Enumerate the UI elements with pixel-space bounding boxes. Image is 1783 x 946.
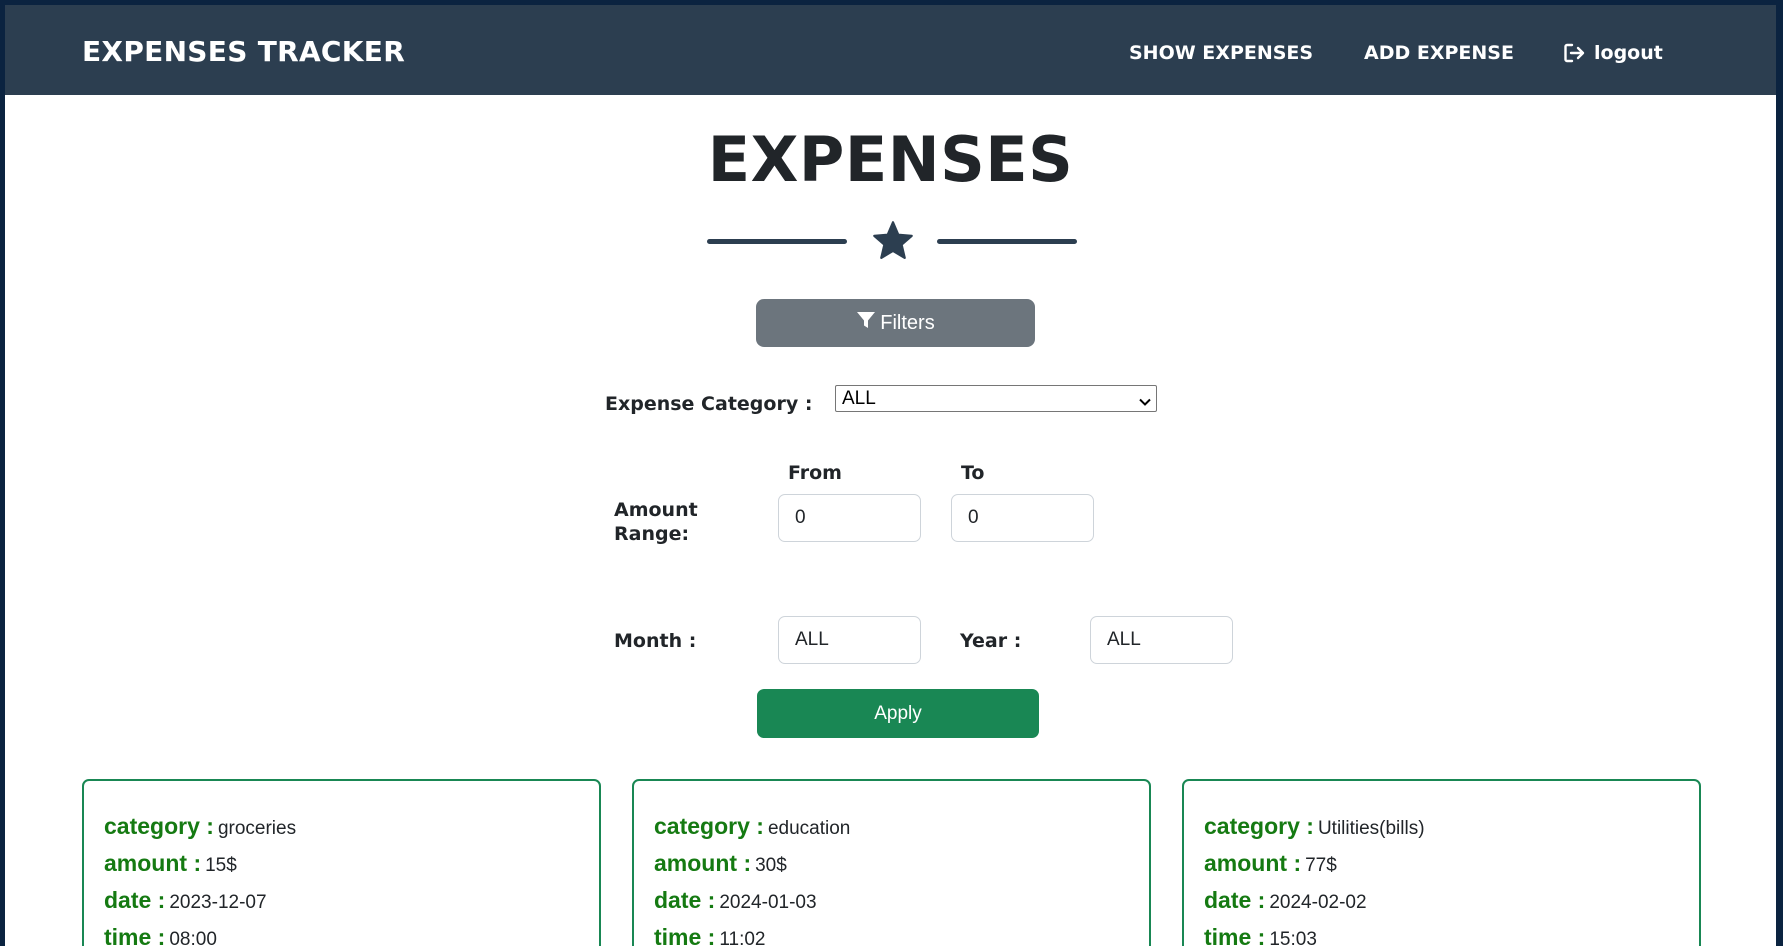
card-time-key: time : — [104, 924, 166, 946]
expense-card[interactable]: category : education amount :30$ date :20… — [632, 779, 1151, 946]
page-title: EXPENSES — [707, 123, 1074, 196]
category-label: Expense Category : — [605, 393, 813, 415]
title-divider — [707, 219, 1077, 269]
to-label: To — [961, 462, 985, 484]
apply-button[interactable]: Apply — [757, 689, 1039, 738]
card-category-key: category : — [1204, 813, 1314, 839]
card-time-value: 08:00 — [169, 929, 217, 946]
card-category-value: Utilities(bills) — [1317, 818, 1425, 839]
star-icon — [871, 219, 915, 268]
chevron-down-icon — [1138, 391, 1152, 416]
navbar: EXPENSES TRACKER SHOW EXPENSES ADD EXPEN… — [5, 5, 1776, 95]
card-date-row: date :2024-02-02 — [1204, 887, 1367, 914]
card-date-value: 2023-12-07 — [169, 892, 267, 913]
card-category-row: category : Utilities(bills) — [1204, 813, 1425, 840]
card-amount-row: amount :30$ — [654, 850, 787, 877]
card-time-row: time :08:00 — [104, 924, 217, 946]
card-time-value: 11:02 — [719, 929, 766, 946]
card-category-row: category : groceries — [104, 813, 296, 840]
app-window: EXPENSES TRACKER SHOW EXPENSES ADD EXPEN… — [5, 5, 1776, 946]
card-amount-value: 77$ — [1305, 855, 1337, 876]
filters-label: Filters — [880, 311, 935, 334]
month-input[interactable]: ALL — [778, 616, 921, 664]
amount-label-line1: Amount — [614, 499, 698, 521]
nav-show-expenses[interactable]: SHOW EXPENSES — [1129, 42, 1313, 64]
card-category-row: category : education — [654, 813, 850, 840]
expense-card[interactable]: category : Utilities(bills) amount :77$ d… — [1182, 779, 1701, 946]
card-amount-row: amount :77$ — [1204, 850, 1337, 877]
divider-line-right — [937, 239, 1077, 244]
filters-button[interactable]: Filters — [756, 299, 1035, 347]
card-category-key: category : — [654, 813, 764, 839]
month-label: Month : — [614, 630, 697, 652]
category-select[interactable]: ALL — [835, 385, 1157, 412]
card-date-key: date : — [654, 887, 716, 913]
card-amount-row: amount :15$ — [104, 850, 237, 877]
amount-range-label: Amount Range: — [614, 498, 698, 546]
from-label: From — [788, 462, 842, 484]
card-date-key: date : — [1204, 887, 1266, 913]
card-time-row: time :15:03 — [1204, 924, 1317, 946]
card-amount-value: 15$ — [205, 855, 237, 876]
card-date-row: date :2023-12-07 — [104, 887, 267, 914]
card-category-value: education — [767, 818, 851, 839]
amount-from-input[interactable]: 0 — [778, 494, 921, 542]
year-input[interactable]: ALL — [1090, 616, 1233, 664]
brand-title[interactable]: EXPENSES TRACKER — [82, 35, 405, 68]
expense-card[interactable]: category : groceries amount :15$ date :20… — [82, 779, 601, 946]
nav-logout[interactable]: logout — [1564, 42, 1663, 64]
card-amount-key: amount : — [1204, 850, 1302, 876]
card-category-value: groceries — [217, 818, 297, 839]
amount-label-line2: Range: — [614, 523, 690, 545]
filter-icon — [856, 310, 876, 336]
amount-to-input[interactable]: 0 — [951, 494, 1094, 542]
card-amount-key: amount : — [104, 850, 202, 876]
card-time-key: time : — [654, 924, 716, 946]
card-amount-value: 30$ — [755, 855, 787, 876]
card-time-key: time : — [1204, 924, 1266, 946]
nav-add-expense[interactable]: ADD EXPENSE — [1364, 42, 1514, 64]
card-date-key: date : — [104, 887, 166, 913]
card-category-key: category : — [104, 813, 214, 839]
logout-icon — [1564, 43, 1586, 63]
divider-line-left — [707, 239, 847, 244]
card-time-value: 15:03 — [1269, 929, 1317, 946]
card-date-value: 2024-01-03 — [719, 892, 817, 913]
card-date-value: 2024-02-02 — [1269, 892, 1367, 913]
card-time-row: time :11:02 — [654, 924, 765, 946]
card-date-row: date :2024-01-03 — [654, 887, 817, 914]
logout-label: logout — [1594, 42, 1663, 64]
card-amount-key: amount : — [654, 850, 752, 876]
year-label: Year : — [960, 630, 1022, 652]
category-select-value: ALL — [842, 388, 876, 409]
